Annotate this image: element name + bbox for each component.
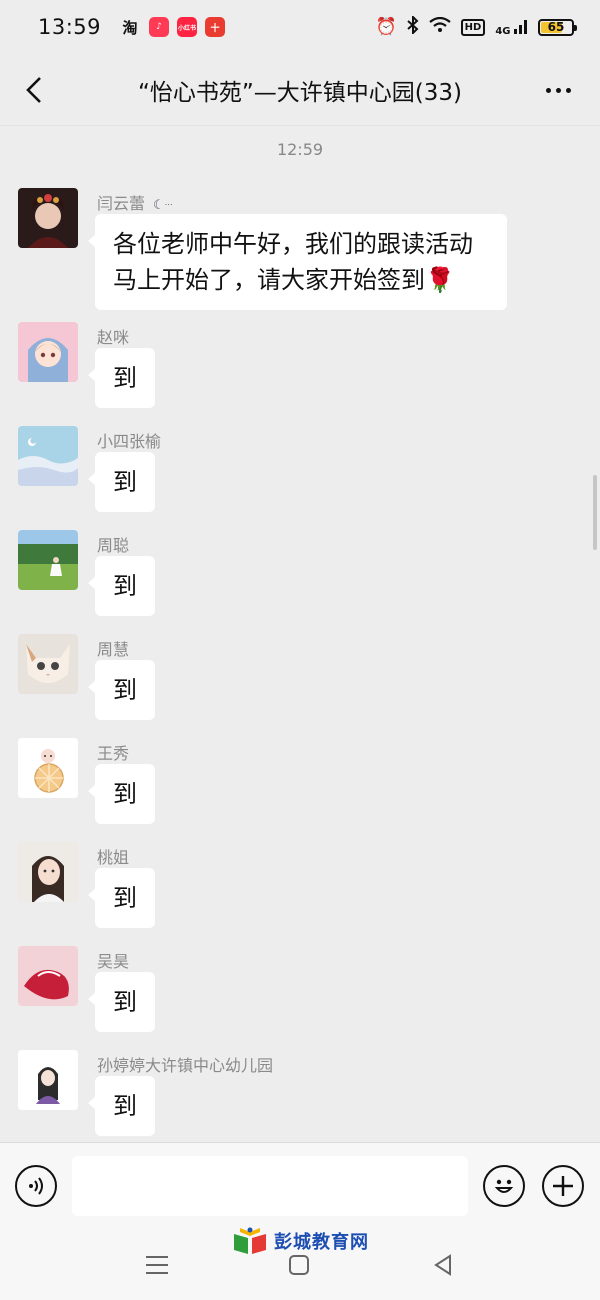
- sender-name: 周慧: [97, 640, 130, 659]
- more-button[interactable]: [540, 74, 576, 106]
- avatar[interactable]: [18, 1050, 78, 1110]
- sender-name: 赵咪: [97, 328, 130, 347]
- avatar[interactable]: [18, 738, 78, 798]
- wifi-icon: [428, 16, 451, 38]
- message-bubble[interactable]: 到: [88, 556, 155, 616]
- avatar[interactable]: [18, 946, 78, 1006]
- sender-name: 闫云蕾 ☾…: [97, 190, 173, 214]
- message-input[interactable]: [72, 1156, 468, 1216]
- avatar[interactable]: [18, 634, 78, 694]
- more-dot: [555, 87, 561, 93]
- scrollbar[interactable]: [593, 475, 597, 550]
- chevron-left-icon: [26, 77, 41, 103]
- message-timestamp: 12:59: [276, 140, 324, 159]
- battery-level: 65: [547, 20, 565, 34]
- recent-apps-button[interactable]: [142, 1250, 172, 1280]
- avatar[interactable]: [18, 842, 78, 902]
- avatar[interactable]: [18, 426, 78, 486]
- bluetooth-icon: [407, 14, 419, 39]
- sender-name: 周聪: [97, 536, 130, 555]
- emoji-button[interactable]: [483, 1165, 525, 1207]
- voice-button[interactable]: [15, 1165, 57, 1207]
- status-time: 13:59: [38, 15, 102, 39]
- smiley-icon: [494, 1179, 514, 1193]
- watermark: 彭城教育网: [232, 1226, 369, 1256]
- message-bubble[interactable]: 到: [88, 868, 155, 928]
- sender-name: 桃姐: [97, 848, 130, 867]
- watermark-logo: [232, 1226, 268, 1256]
- message-bubble[interactable]: 到: [88, 660, 155, 720]
- alarm-icon: ⏰: [375, 17, 397, 37]
- message-bubble[interactable]: 到: [88, 972, 155, 1032]
- status-bar: 13:59 淘 ♪ 小红书 十 ⏰ HD 4G 65: [0, 0, 600, 54]
- triangle-back-icon: [434, 1254, 451, 1276]
- signal-icon: 4G: [495, 18, 528, 37]
- watermark-text: 彭城教育网: [274, 1232, 369, 1253]
- sender-name-text: 闫云蕾: [97, 194, 146, 213]
- sender-name: 孙婷婷大许镇中心幼儿园: [97, 1056, 274, 1075]
- network-type: 4G: [495, 25, 511, 37]
- music-app-icon: ♪: [149, 17, 170, 37]
- more-dots-icon: [545, 87, 551, 93]
- message-bubble[interactable]: 到: [88, 1076, 155, 1136]
- avatar[interactable]: [18, 530, 78, 590]
- input-bar: [0, 1142, 600, 1228]
- message-bubble[interactable]: 各位老师中午好，我们的跟读活动马上开始了，请大家开始签到🌹: [88, 214, 507, 310]
- hd-icon: HD: [460, 18, 486, 36]
- chat-title: “怡心书苑”—大许镇中心园(33): [137, 79, 463, 106]
- battery-icon: 65: [538, 18, 577, 36]
- app-icon: 十: [205, 17, 226, 37]
- moon-status-icon: ☾…: [153, 198, 173, 213]
- plus-icon: [553, 1176, 573, 1196]
- more-dot: [565, 87, 571, 93]
- nav-back-button[interactable]: [428, 1250, 458, 1280]
- chat-header: “怡心书苑”—大许镇中心园(33): [0, 54, 600, 126]
- sender-name: 吴昊: [97, 952, 130, 971]
- message-bubble[interactable]: 到: [88, 348, 155, 408]
- xiaohongshu-icon: 小红书: [177, 17, 198, 37]
- avatar[interactable]: [18, 188, 78, 248]
- sender-name: 小四张榆: [97, 432, 162, 451]
- message-bubble[interactable]: 到: [88, 452, 155, 512]
- taobao-icon: 淘: [122, 18, 138, 37]
- sender-name: 王秀: [97, 744, 130, 763]
- voice-icon: [29, 1177, 43, 1195]
- message-bubble[interactable]: 到: [88, 764, 155, 824]
- status-app-icons: 淘 ♪ 小红书 十: [119, 17, 226, 37]
- avatar[interactable]: [18, 322, 78, 382]
- plus-button[interactable]: [542, 1165, 584, 1207]
- back-button[interactable]: [16, 70, 52, 110]
